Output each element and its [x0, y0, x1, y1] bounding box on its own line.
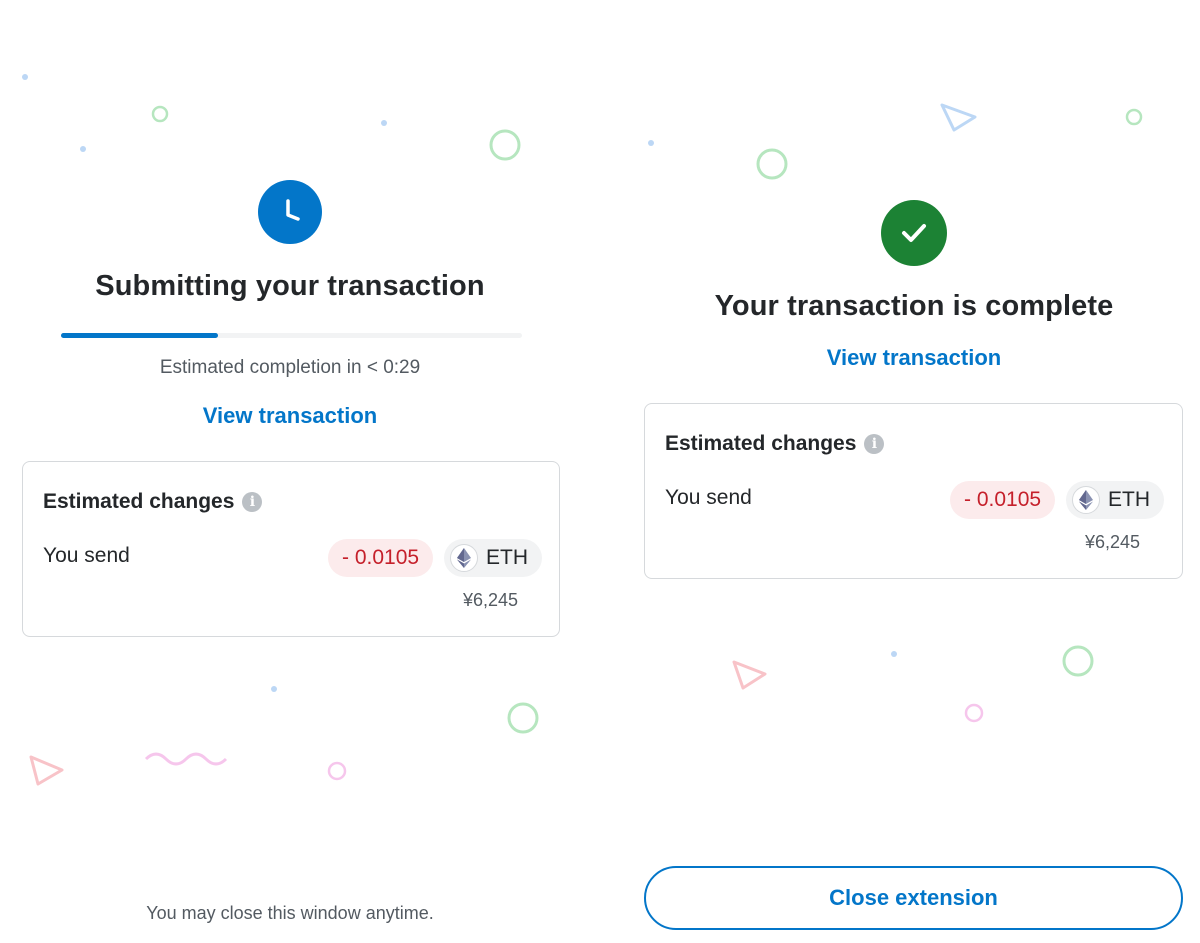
estimated-changes-card: Estimated changes i You send - 0.0105 ET…: [22, 461, 560, 637]
token-symbol: ETH: [486, 546, 528, 569]
fiat-value: ¥6,245: [1085, 532, 1141, 552]
info-icon[interactable]: i: [242, 492, 263, 512]
estimated-changes-card: Estimated changes i You send - 0.0105 ET…: [644, 403, 1183, 579]
token-badge[interactable]: ETH: [1066, 481, 1164, 519]
you-send-label: You send: [43, 544, 130, 567]
clock-icon: [258, 180, 322, 244]
estimated-changes-heading: Estimated changes i: [665, 432, 885, 456]
send-amount-badge: - 0.0105: [328, 539, 434, 577]
view-transaction-link[interactable]: View transaction: [40, 403, 540, 429]
fiat-value: ¥6,245: [463, 590, 519, 610]
close-window-note: You may close this window anytime.: [146, 903, 434, 923]
progress-bar: [61, 333, 522, 338]
check-icon: [881, 200, 947, 266]
view-transaction-link[interactable]: View transaction: [640, 345, 1188, 371]
page-title: Submitting your transaction: [95, 270, 485, 302]
token-badge[interactable]: ETH: [444, 539, 542, 577]
progress-bar-fill: [61, 333, 218, 338]
estimated-changes-heading: Estimated changes i: [43, 490, 263, 514]
close-extension-button[interactable]: Close extension: [644, 866, 1183, 930]
token-symbol: ETH: [1108, 488, 1150, 511]
estimated-changes-title: Estimated changes: [665, 432, 857, 455]
send-amount-badge: - 0.0105: [950, 481, 1056, 519]
estimated-completion-text: Estimated completion in < 0:29: [159, 357, 421, 378]
you-send-label: You send: [665, 486, 752, 509]
info-icon[interactable]: i: [864, 434, 885, 454]
ethereum-icon: [1072, 486, 1100, 514]
page-title: Your transaction is complete: [714, 290, 1114, 322]
estimated-changes-title: Estimated changes: [43, 490, 235, 513]
ethereum-icon: [450, 544, 478, 572]
